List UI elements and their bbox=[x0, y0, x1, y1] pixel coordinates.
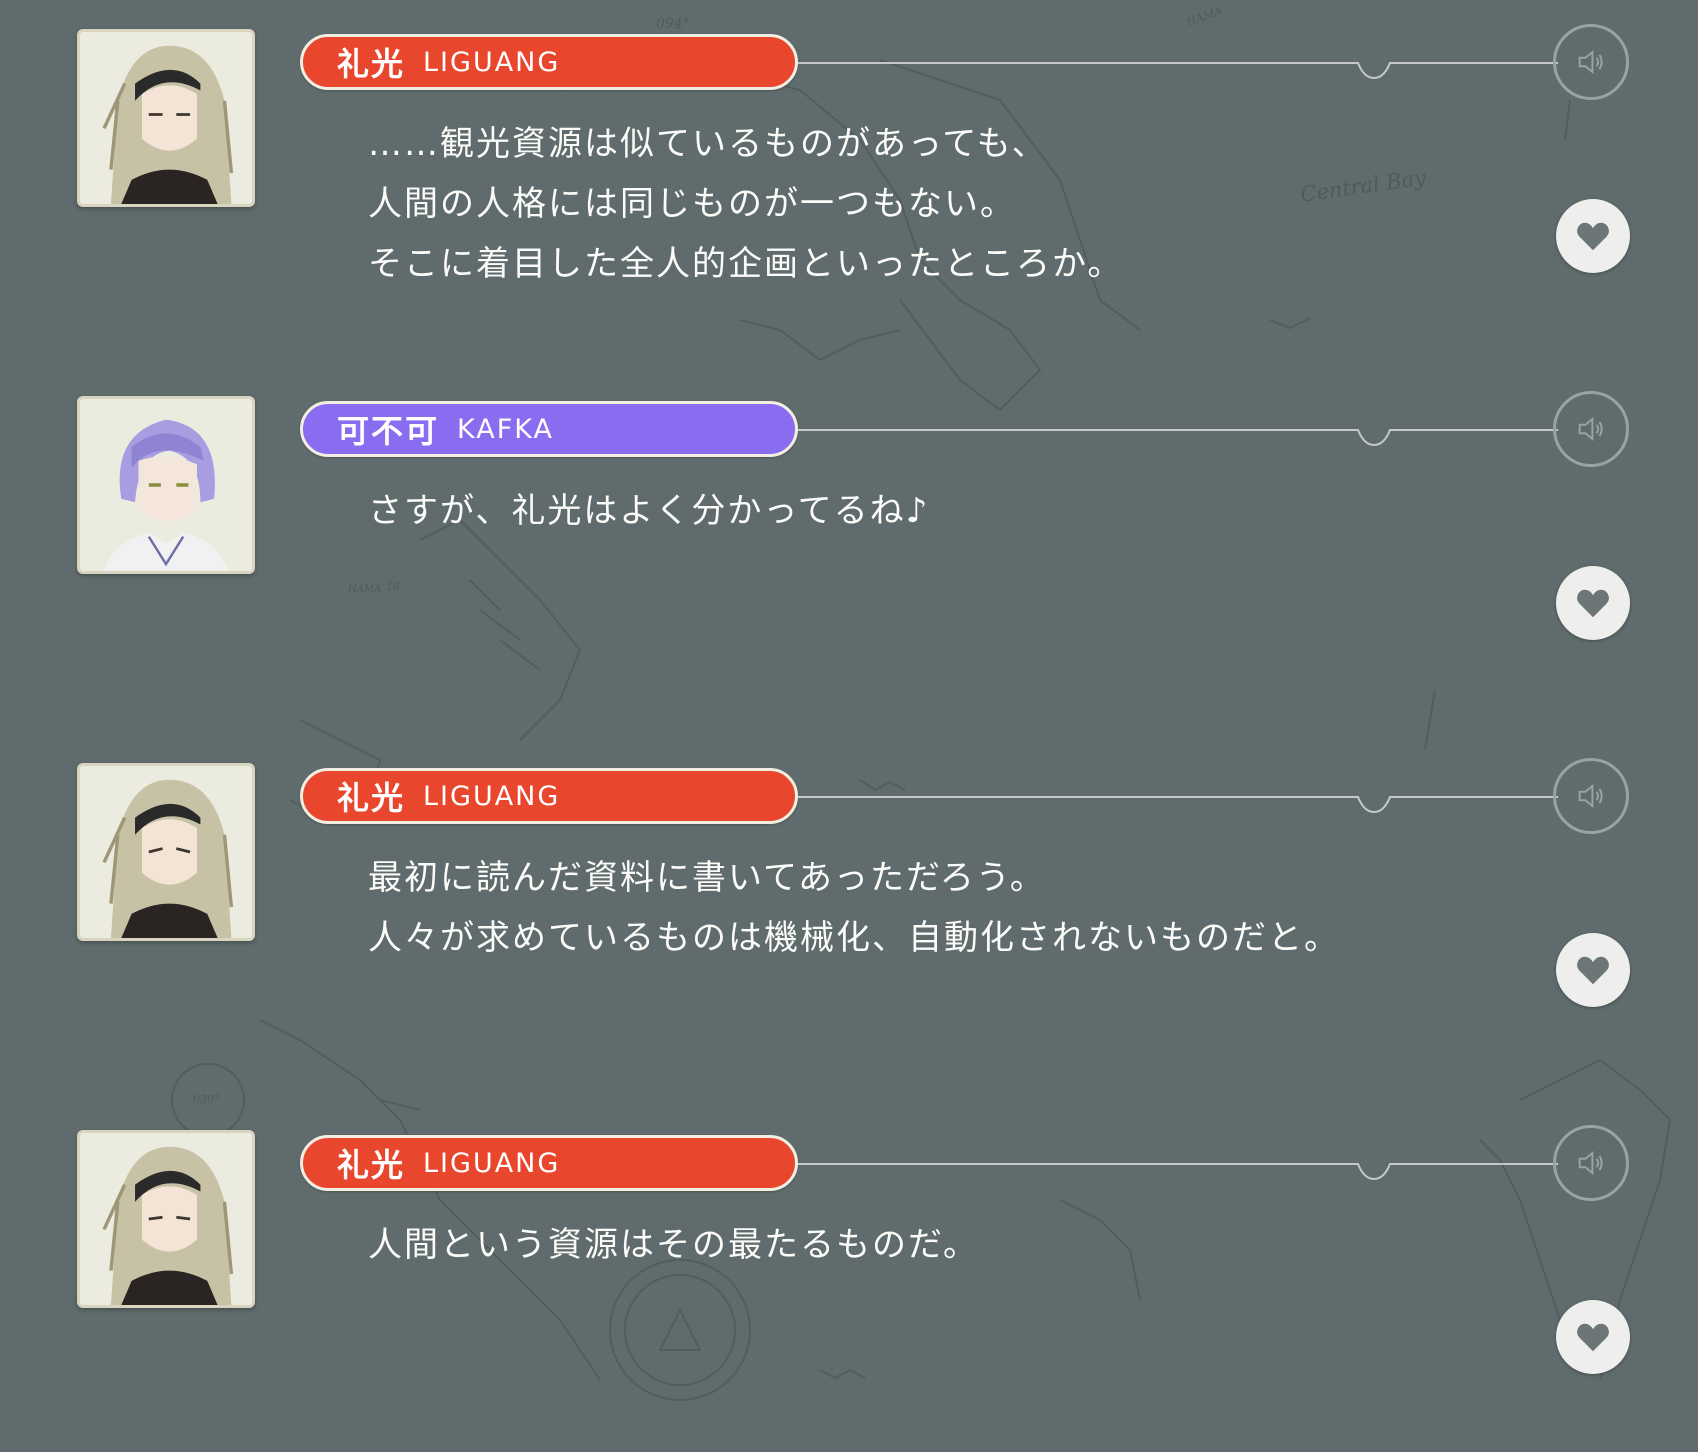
speaker-name-pill: 礼光 LIGUANG bbox=[300, 34, 798, 90]
dialogue-line: 人間という資源はその最たるものだ。 bbox=[368, 1225, 979, 1265]
speaker-name-jp: 礼光 bbox=[337, 1146, 406, 1184]
dialogue-text: 人間という資源はその最たるものだ。 bbox=[368, 1215, 979, 1275]
speaker-name-pill: 礼光 LIGUANG bbox=[300, 1135, 798, 1191]
dialogue-text: ……観光資源は似ているものがあっても、 人間の人格には同じものが一つもない。 そ… bbox=[368, 114, 1123, 294]
heart-icon bbox=[1577, 956, 1609, 985]
speaker-icon bbox=[1578, 50, 1603, 74]
dialogue-text: さすが、礼光はよく分かってるね♪ bbox=[368, 481, 929, 541]
speaker-name-jp: 可不可 bbox=[337, 412, 440, 450]
kafka-portrait-icon bbox=[80, 399, 252, 571]
speaker-name-jp: 礼光 bbox=[337, 45, 406, 83]
speaker-name-jp: 礼光 bbox=[337, 779, 406, 817]
dialogue-entry: 礼光 LIGUANG 人間という資源はその最たるものだ。 bbox=[0, 1101, 1698, 1431]
liguang-portrait-icon bbox=[80, 32, 252, 204]
dialogue-entry: 礼光 LIGUANG ……観光資源は似ているものがあっても、 人間の人格には同じ… bbox=[0, 0, 1698, 330]
heart-icon bbox=[1577, 1323, 1609, 1352]
favorite-button[interactable] bbox=[1556, 199, 1630, 273]
speaker-name-en: LIGUANG bbox=[423, 1147, 561, 1179]
heart-icon bbox=[1577, 589, 1609, 618]
favorite-button[interactable] bbox=[1556, 1300, 1630, 1374]
dialogue-entry: 礼光 LIGUANG 最初に読んだ資料に書いてあっただろう。 人々が求めているも… bbox=[0, 734, 1698, 1064]
dialogue-line: さすが、礼光はよく分かってるね♪ bbox=[368, 491, 930, 531]
connector-line bbox=[798, 796, 1558, 814]
heart-icon bbox=[1577, 222, 1609, 251]
speaker-name-en: LIGUANG bbox=[423, 46, 561, 78]
voice-play-button[interactable] bbox=[1553, 758, 1629, 834]
speaker-name-en: KAFKA bbox=[457, 413, 554, 445]
connector-line bbox=[798, 62, 1558, 80]
avatar-liguang bbox=[77, 29, 255, 207]
speaker-icon bbox=[1578, 784, 1603, 808]
voice-play-button[interactable] bbox=[1553, 24, 1629, 100]
speaker-icon bbox=[1578, 1151, 1603, 1175]
avatar-kafka bbox=[77, 396, 255, 574]
favorite-button[interactable] bbox=[1556, 933, 1630, 1007]
dialogue-line: ……観光資源は似ているものがあっても、 bbox=[368, 124, 1048, 164]
dialogue-entry: 可不可 KAFKA さすが、礼光はよく分かってるね♪ bbox=[0, 367, 1698, 697]
connector-line bbox=[798, 1163, 1558, 1181]
dialogue-line: そこに着目した全人的企画といったところか。 bbox=[368, 244, 1124, 284]
liguang-portrait-icon bbox=[80, 1133, 252, 1305]
voice-play-button[interactable] bbox=[1553, 391, 1629, 467]
speaker-name-en: LIGUANG bbox=[423, 780, 561, 812]
liguang-portrait-icon bbox=[80, 766, 252, 938]
dialogue-line: 最初に読んだ資料に書いてあっただろう。 bbox=[368, 858, 1046, 898]
dialogue-line: 人々が求めているものは機械化、自動化されないものだと。 bbox=[368, 918, 1340, 958]
speaker-name-pill: 可不可 KAFKA bbox=[300, 401, 798, 457]
connector-line bbox=[798, 429, 1558, 447]
dialogue-text: 最初に読んだ資料に書いてあっただろう。 人々が求めているものは機械化、自動化され… bbox=[368, 848, 1340, 968]
dialogue-line: 人間の人格には同じものが一つもない。 bbox=[368, 184, 1016, 224]
voice-play-button[interactable] bbox=[1553, 1125, 1629, 1201]
favorite-button[interactable] bbox=[1556, 566, 1630, 640]
avatar-liguang bbox=[77, 763, 255, 941]
dialogue-log: 礼光 LIGUANG ……観光資源は似ているものがあっても、 人間の人格には同じ… bbox=[0, 0, 1698, 1452]
speaker-icon bbox=[1578, 417, 1603, 441]
speaker-name-pill: 礼光 LIGUANG bbox=[300, 768, 798, 824]
avatar-liguang bbox=[77, 1130, 255, 1308]
